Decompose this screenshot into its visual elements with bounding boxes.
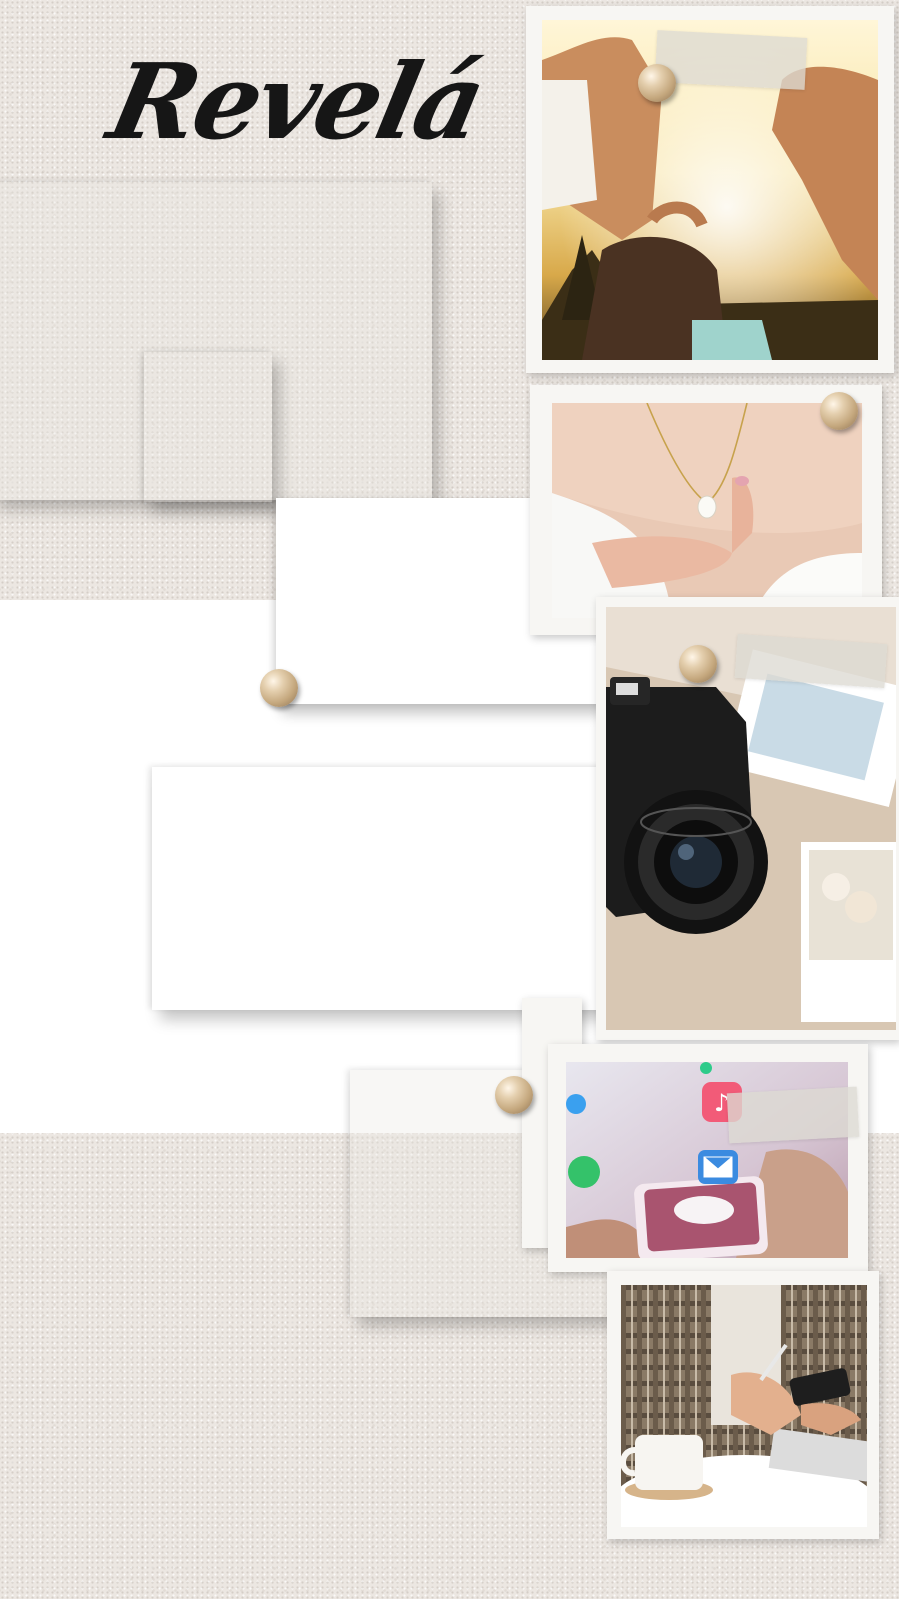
thumbtack-pin-icon xyxy=(820,392,858,430)
phone-coffee-photo xyxy=(607,1271,879,1539)
masking-tape xyxy=(726,1086,860,1144)
camera-photo xyxy=(596,597,899,1040)
phone-coffee-image xyxy=(621,1285,867,1527)
friends-heart-hands-photo xyxy=(526,6,894,373)
smartphone-apps-photo: ♪ xyxy=(548,1044,868,1272)
thumbtack-pin-icon xyxy=(679,645,717,683)
thumbtack-pin-icon xyxy=(495,1076,533,1114)
masking-tape xyxy=(654,30,808,90)
necklace-image xyxy=(552,403,862,618)
thumbtack-pin-icon xyxy=(638,64,676,102)
paper-card-large xyxy=(152,767,622,1010)
thumbtack-pin-icon xyxy=(260,669,298,707)
page-title: Revelá xyxy=(99,40,494,163)
paper-card-mid xyxy=(144,352,272,502)
